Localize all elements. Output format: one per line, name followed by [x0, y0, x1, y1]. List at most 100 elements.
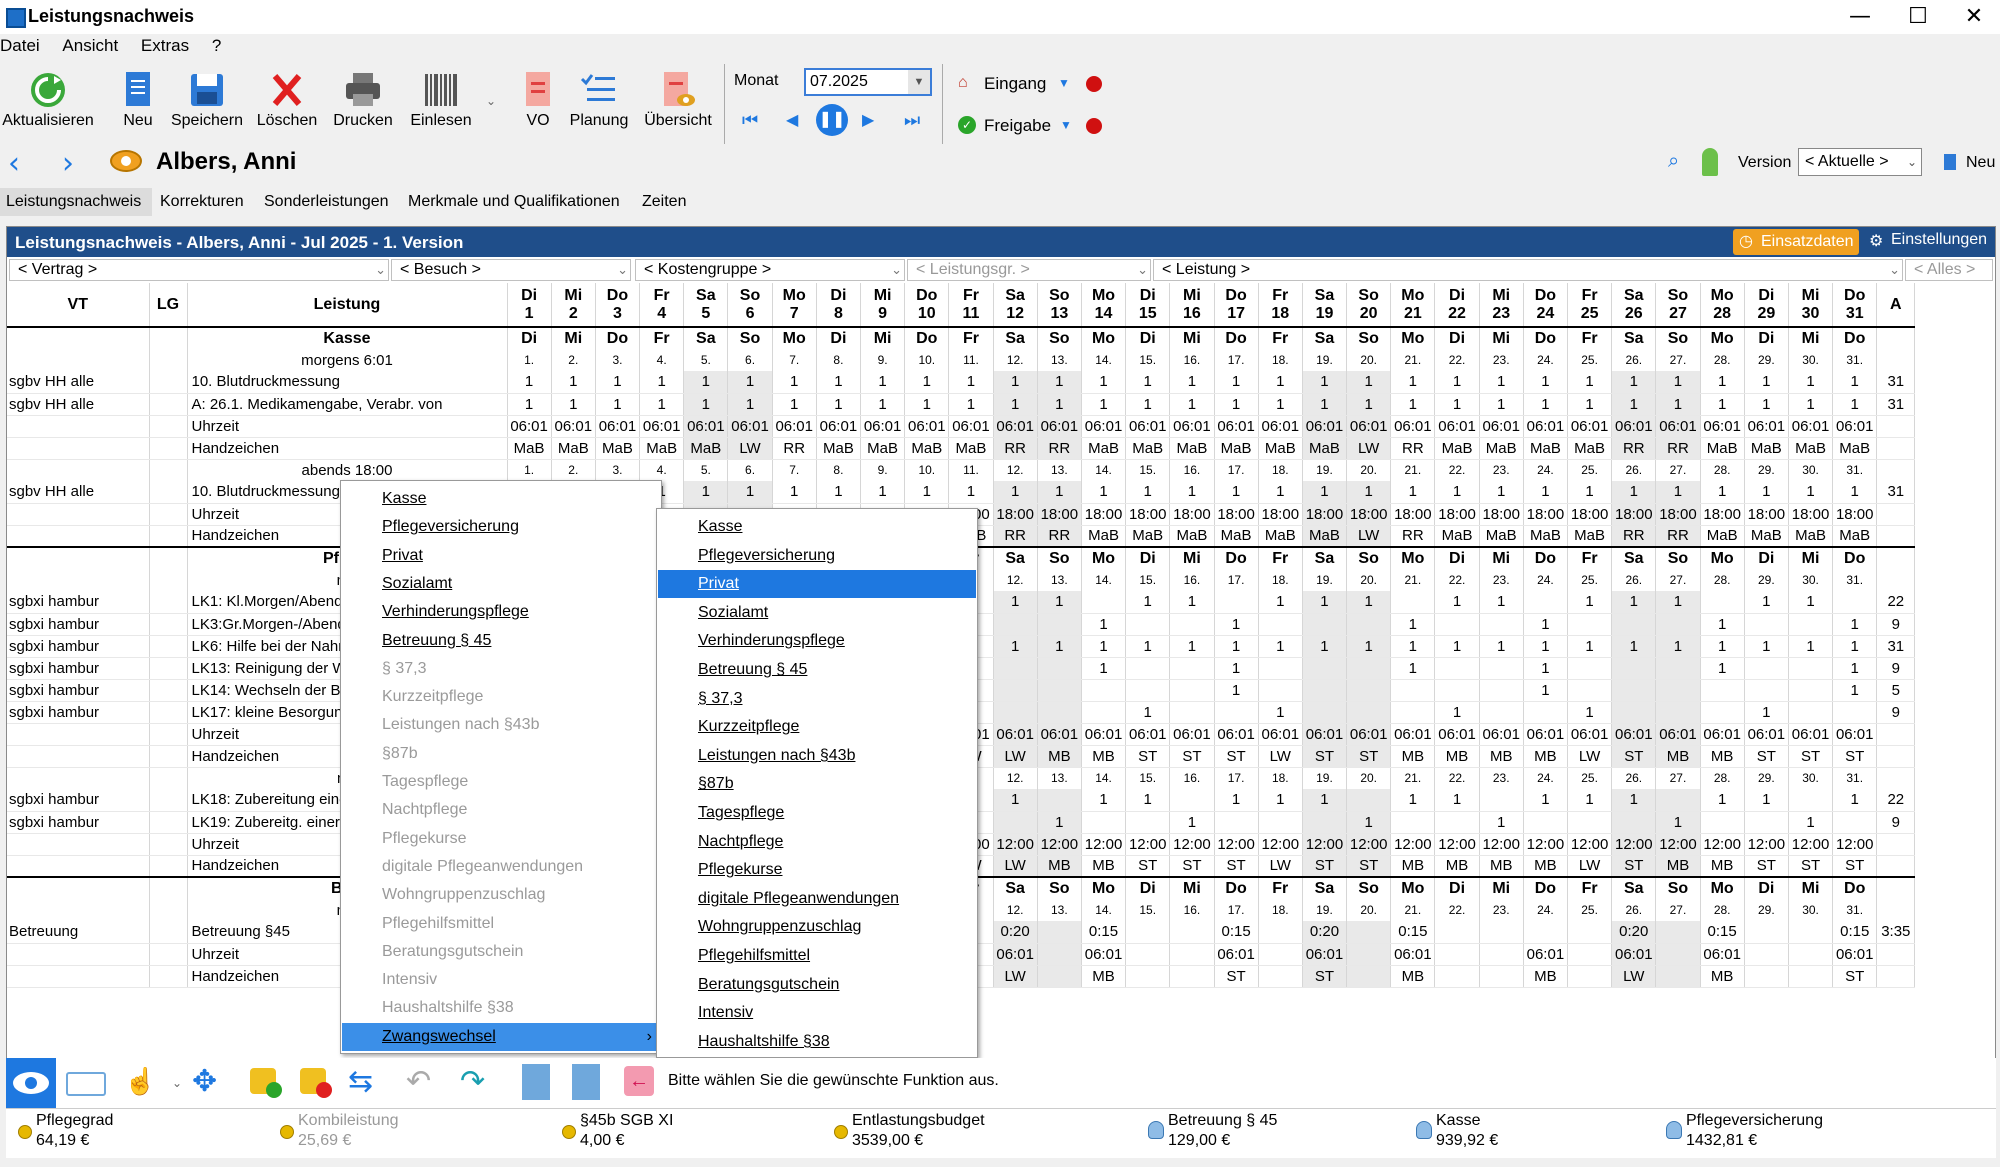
submenu-item[interactable]: § 37,3	[658, 685, 976, 713]
day-cell[interactable]: 1	[1346, 635, 1392, 658]
day-cell[interactable]	[1700, 701, 1745, 724]
day-cell[interactable]	[1655, 943, 1701, 966]
day-cell[interactable]: ST	[1788, 855, 1834, 878]
day-cell[interactable]	[1655, 789, 1701, 812]
day-cell[interactable]	[1258, 613, 1303, 636]
day-cell[interactable]	[1081, 701, 1127, 724]
day-cell[interactable]: 1	[1700, 393, 1745, 416]
search-icon[interactable]: ⌕	[1668, 150, 1679, 173]
day-cell[interactable]: MB	[1523, 855, 1569, 878]
eingang-dropdown-icon[interactable]: ▼	[1058, 76, 1070, 90]
day-cell[interactable]	[1037, 965, 1082, 988]
day-cell[interactable]: MaB	[1302, 525, 1348, 548]
day-cell[interactable]	[1302, 701, 1348, 724]
day-cell[interactable]: 18:00	[1700, 503, 1745, 526]
day-cell[interactable]	[1788, 965, 1834, 988]
day-cell[interactable]: 12:00	[1567, 833, 1613, 856]
day-cell[interactable]	[1788, 789, 1834, 812]
day-cell[interactable]: 06:01	[772, 415, 817, 438]
day-cell[interactable]: 1	[727, 393, 773, 416]
day-cell[interactable]: 1	[1479, 811, 1524, 834]
last-month-icon[interactable]: ⏭	[904, 110, 920, 131]
day-cell[interactable]: MaB	[1169, 437, 1215, 460]
day-cell[interactable]	[1302, 679, 1348, 702]
day-cell[interactable]: 1	[1346, 371, 1392, 394]
day-cell[interactable]	[993, 613, 1038, 636]
day-cell[interactable]: MaB	[860, 437, 906, 460]
day-cell[interactable]: 1	[860, 481, 906, 504]
day-cell[interactable]	[1434, 965, 1480, 988]
day-cell[interactable]: 1	[595, 393, 641, 416]
day-cell[interactable]: MB	[1523, 745, 1569, 768]
day-cell[interactable]: ST	[1214, 745, 1259, 768]
day-cell[interactable]: 06:01	[1832, 415, 1878, 438]
day-cell[interactable]	[1037, 657, 1082, 680]
day-cell[interactable]: MaB	[1788, 437, 1834, 460]
day-cell[interactable]: RR	[993, 437, 1038, 460]
day-cell[interactable]: 1	[595, 371, 641, 394]
day-cell[interactable]	[1081, 679, 1127, 702]
day-cell[interactable]	[1479, 965, 1524, 988]
minimize-button[interactable]: —	[1836, 2, 1884, 32]
day-cell[interactable]: MaB	[1169, 525, 1215, 548]
day-cell[interactable]: 1	[1700, 613, 1745, 636]
day-cell[interactable]	[1523, 921, 1569, 944]
day-cell[interactable]: 0:20	[1302, 921, 1348, 944]
day-cell[interactable]: 1	[1434, 789, 1480, 812]
leistung-filter[interactable]: < Leistung > ⌄	[1153, 259, 1903, 281]
day-cell[interactable]: 1	[1214, 481, 1259, 504]
day-cell[interactable]: 1	[727, 481, 773, 504]
day-cell[interactable]: 1	[1037, 811, 1082, 834]
day-cell[interactable]: 1	[1258, 393, 1303, 416]
day-cell[interactable]: MaB	[1744, 525, 1789, 548]
day-cell[interactable]	[1169, 657, 1215, 680]
submenu-item[interactable]: Intensiv	[658, 999, 976, 1027]
day-cell[interactable]: MaB	[1214, 437, 1259, 460]
freigabe-dropdown-icon[interactable]: ▼	[1060, 118, 1072, 132]
day-cell[interactable]: 1	[1611, 591, 1657, 614]
day-cell[interactable]: 1	[1302, 393, 1348, 416]
day-cell[interactable]: 1	[1655, 481, 1701, 504]
day-cell[interactable]	[1258, 811, 1303, 834]
day-cell[interactable]: RR	[1037, 437, 1082, 460]
day-cell[interactable]: 12:00	[1700, 833, 1745, 856]
day-cell[interactable]	[993, 811, 1038, 834]
day-cell[interactable]: 1	[1302, 635, 1348, 658]
day-cell[interactable]: 1	[1390, 657, 1436, 680]
forward-icon[interactable]: ›	[62, 146, 74, 181]
day-cell[interactable]	[1744, 965, 1789, 988]
day-cell[interactable]: 1	[1258, 789, 1303, 812]
day-cell[interactable]: 12:00	[1832, 833, 1878, 856]
day-cell[interactable]	[1434, 943, 1480, 966]
day-cell[interactable]: MB	[1434, 745, 1480, 768]
day-cell[interactable]	[1434, 657, 1480, 680]
day-cell[interactable]: 1	[1744, 789, 1789, 812]
day-cell[interactable]: MaB	[948, 437, 994, 460]
day-cell[interactable]: 1	[1258, 591, 1303, 614]
day-cell[interactable]: ST	[1744, 745, 1789, 768]
day-cell[interactable]: 1	[1832, 393, 1878, 416]
day-cell[interactable]: 0:15	[1832, 921, 1878, 944]
day-cell[interactable]: 06:01	[1700, 723, 1745, 746]
day-cell[interactable]: 1	[1037, 393, 1082, 416]
day-cell[interactable]: 1	[1611, 635, 1657, 658]
maximize-button[interactable]: ☐	[1894, 2, 1942, 32]
day-cell[interactable]: MB	[1434, 855, 1480, 878]
submenu-item[interactable]: Pflegeversicherung	[658, 542, 976, 570]
day-cell[interactable]: 1	[1788, 591, 1834, 614]
day-cell[interactable]: 1	[993, 393, 1038, 416]
day-cell[interactable]: LW	[1258, 855, 1303, 878]
day-cell[interactable]: 1	[1567, 701, 1613, 724]
day-cell[interactable]: 1	[1567, 371, 1613, 394]
day-cell[interactable]: 1	[1479, 393, 1524, 416]
day-cell[interactable]	[1214, 811, 1259, 834]
day-cell[interactable]: 06:01	[1434, 723, 1480, 746]
day-cell[interactable]: 1	[1567, 635, 1613, 658]
day-cell[interactable]: 06:01	[1523, 723, 1569, 746]
day-cell[interactable]: MaB	[1214, 525, 1259, 548]
day-cell[interactable]: 1	[1655, 371, 1701, 394]
day-cell[interactable]: MB	[1037, 855, 1082, 878]
day-cell[interactable]	[1302, 811, 1348, 834]
submenu-item[interactable]: digitale Pflegeanwendungen	[658, 885, 976, 913]
day-cell[interactable]	[1169, 965, 1215, 988]
